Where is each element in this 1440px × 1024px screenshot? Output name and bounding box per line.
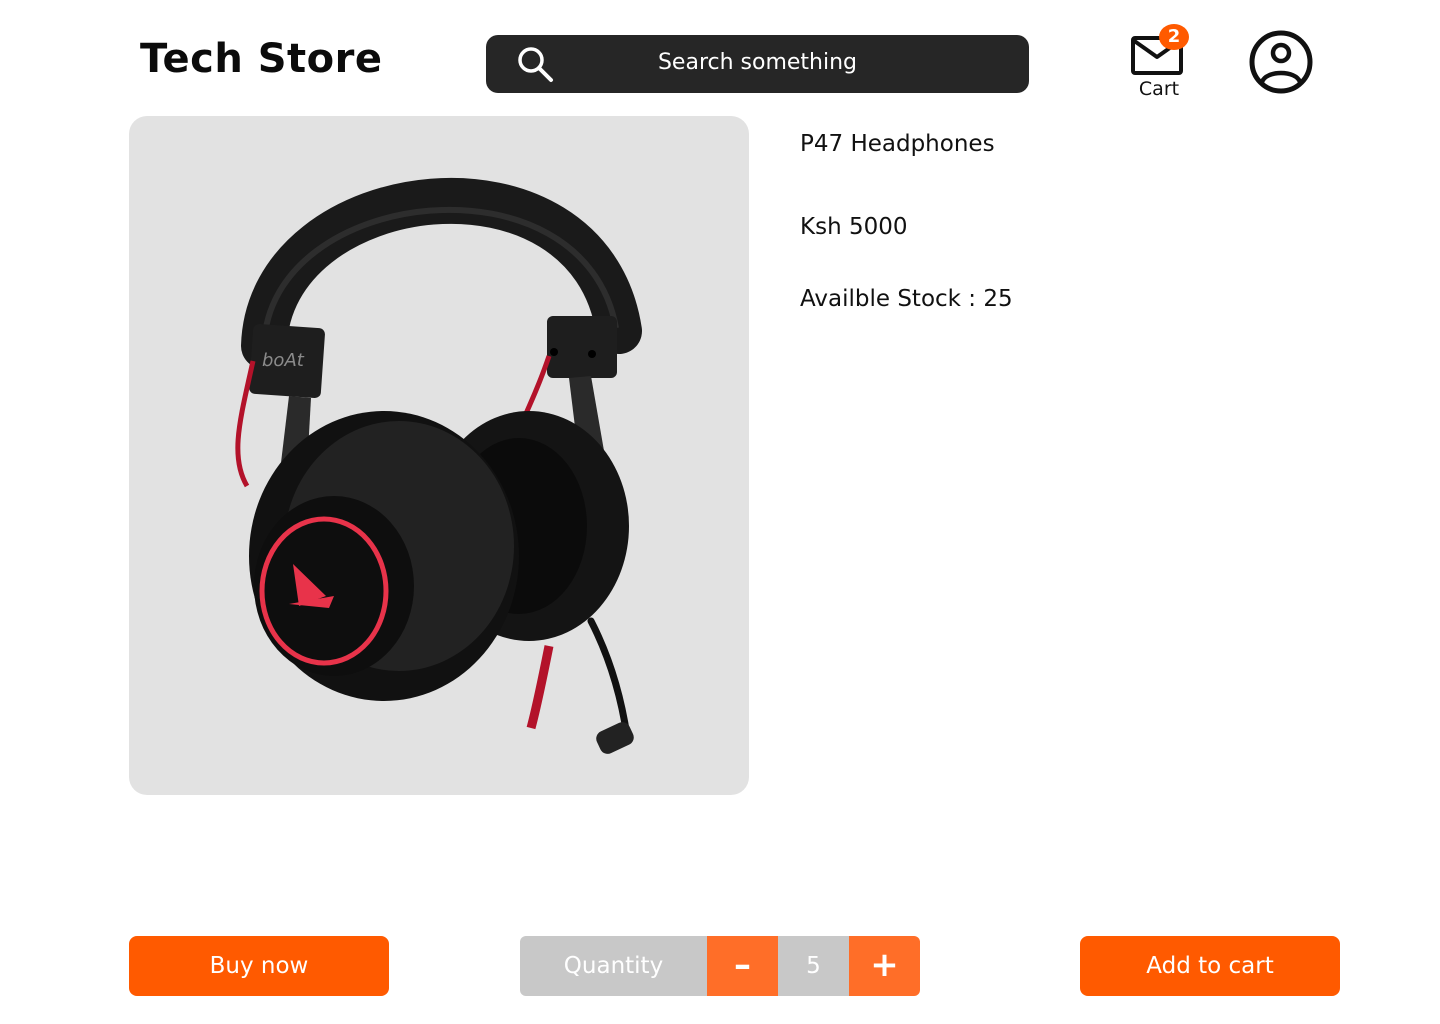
store-logo[interactable]: Tech Store xyxy=(140,36,382,82)
user-circle-icon[interactable] xyxy=(1248,30,1314,94)
product-price: Ksh 5000 xyxy=(800,214,908,240)
search-bar[interactable]: Search something xyxy=(486,35,1029,93)
cart-count-badge: 2 xyxy=(1159,24,1189,50)
quantity-value[interactable]: 5 xyxy=(778,936,849,996)
decrement-button[interactable]: – xyxy=(707,936,778,996)
quantity-label: Quantity xyxy=(520,936,707,996)
search-input[interactable]: Search something xyxy=(486,50,1029,75)
cart-label: Cart xyxy=(1138,78,1180,100)
increment-button[interactable]: + xyxy=(849,936,920,996)
quantity-stepper: Quantity – 5 + xyxy=(520,936,920,996)
product-page: Tech Store Search something 2 Cart boAt xyxy=(0,0,1440,1024)
product-name: P47 Headphones xyxy=(800,131,995,157)
cart-button[interactable]: 2 Cart xyxy=(1124,24,1194,100)
product-stock: Availble Stock : 25 xyxy=(800,286,1013,312)
product-image: boAt xyxy=(129,116,749,795)
add-to-cart-button[interactable]: Add to cart xyxy=(1080,936,1340,996)
headphones-illustration: boAt xyxy=(235,178,642,754)
brand-logo: boAt xyxy=(262,350,305,371)
buy-now-button[interactable]: Buy now xyxy=(129,936,389,996)
